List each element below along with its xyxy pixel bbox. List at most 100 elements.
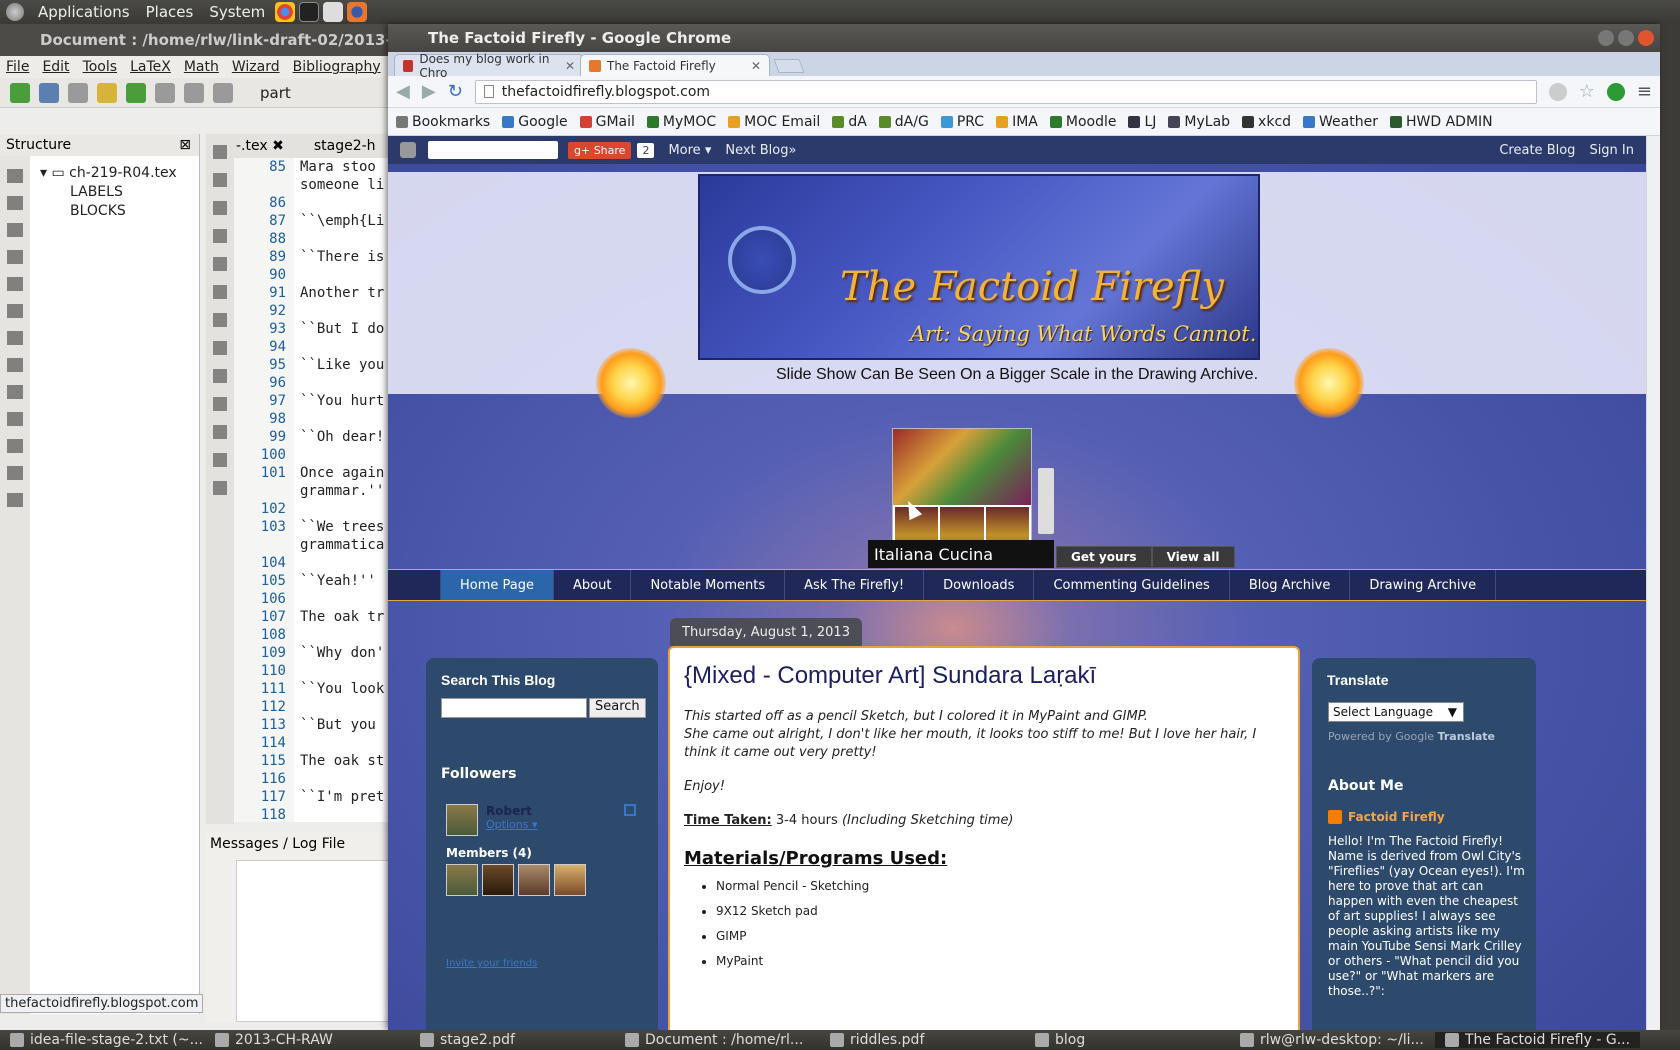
bookmark-google[interactable]: Google <box>502 114 568 130</box>
back-icon[interactable]: ◀ <box>396 81 410 102</box>
relation-tool-icon[interactable] <box>7 196 23 210</box>
infinity-tool-icon[interactable] <box>7 331 23 345</box>
code-line[interactable] <box>300 302 384 320</box>
editor-tab-stage2[interactable]: stage2-h <box>314 138 376 154</box>
bookmark-lj[interactable]: LJ <box>1128 114 1156 130</box>
bookmark-ima[interactable]: IMA <box>996 114 1038 130</box>
create-blog-link[interactable]: Create Blog <box>1499 143 1575 158</box>
bookmark-xkcd[interactable]: xkcd <box>1242 114 1291 130</box>
chrome-launcher-icon[interactable] <box>275 2 296 22</box>
share-button[interactable]: g+ Share <box>568 141 632 159</box>
avatar[interactable] <box>446 804 478 836</box>
taskbar-item[interactable]: idea-file-stage-2.txt (~... <box>0 1032 205 1048</box>
system-menu[interactable]: System <box>209 3 265 21</box>
bookmark-moc-email[interactable]: MOC Email <box>728 114 820 130</box>
avatar[interactable] <box>554 864 586 896</box>
code-line[interactable] <box>300 410 384 428</box>
tree-file-node[interactable]: ▾ ▭ ch-219-R04.tex <box>40 164 177 183</box>
get-yours-button[interactable]: Get yours <box>1056 546 1152 568</box>
bookmark-mymoc[interactable]: MyMOC <box>646 114 716 130</box>
sign-in-link[interactable]: Sign In <box>1589 143 1634 158</box>
newline-icon[interactable] <box>213 313 227 327</box>
subscript-icon[interactable] <box>213 369 227 383</box>
align-left-icon[interactable] <box>213 229 227 243</box>
applications-menu[interactable]: Applications <box>38 3 130 21</box>
tab-drawing-archive[interactable]: Drawing Archive <box>1350 570 1497 600</box>
save-icon[interactable] <box>68 82 88 103</box>
post-title[interactable]: {Mixed - Computer Art] Sundara Laṛakī <box>684 662 1284 690</box>
code-line[interactable]: The oak tr <box>300 608 384 626</box>
firefox-launcher-icon[interactable] <box>347 2 368 22</box>
taskbar-item[interactable]: Document : /home/rl... <box>615 1032 820 1048</box>
code-line[interactable] <box>300 770 384 788</box>
code-line[interactable]: ``Like you <box>300 356 384 374</box>
arrow-tool-icon[interactable] <box>7 223 23 237</box>
undo-icon[interactable] <box>97 82 117 103</box>
close-icon[interactable]: ⊠ <box>179 137 191 153</box>
code-line[interactable] <box>300 734 384 752</box>
redo-icon[interactable] <box>126 82 146 103</box>
avatar[interactable] <box>518 864 550 896</box>
mp-tool-icon[interactable] <box>7 439 23 453</box>
bold-icon[interactable] <box>213 145 227 159</box>
share-icon[interactable] <box>624 804 636 816</box>
reload-icon[interactable]: ↻ <box>448 81 463 102</box>
tab-commenting-guidelines[interactable]: Commenting Guidelines <box>1034 570 1230 600</box>
log-output[interactable] <box>236 860 406 1022</box>
cut-icon[interactable] <box>184 82 204 103</box>
follower-name[interactable]: Robert <box>486 804 537 818</box>
italic-icon[interactable] <box>213 173 227 187</box>
align-right-icon[interactable] <box>213 285 227 299</box>
taskbar-item[interactable]: blog <box>1025 1032 1230 1048</box>
as-tool-icon[interactable] <box>7 493 23 507</box>
close-tab-icon[interactable]: ✕ <box>751 59 761 73</box>
tree-blocks-node[interactable]: BLOCKS <box>40 202 177 221</box>
structure-level-select[interactable]: part <box>260 84 291 102</box>
math-dollar-icon[interactable] <box>213 341 227 355</box>
code-line[interactable]: The oak st <box>300 752 384 770</box>
code-line[interactable] <box>300 806 384 822</box>
copy-icon[interactable] <box>155 82 175 103</box>
editor-tab-tex[interactable]: -.tex ✖ <box>236 138 284 154</box>
sqrt-icon[interactable] <box>213 481 227 495</box>
taskbar-item[interactable]: The Factoid Firefly - G... <box>1435 1032 1640 1048</box>
profile-link[interactable]: Factoid Firefly <box>1328 810 1445 824</box>
menu-file[interactable]: File <box>6 59 29 75</box>
places-menu[interactable]: Places <box>146 3 194 21</box>
tab-ask-the-firefly[interactable]: Ask The Firefly! <box>785 570 925 600</box>
tab-about[interactable]: About <box>554 570 632 600</box>
blog-banner[interactable]: The Factoid Firefly Art: Saying What Wor… <box>698 174 1260 360</box>
close-window-icon[interactable] <box>1638 30 1654 46</box>
code-line[interactable]: ``I'm pret <box>300 788 384 806</box>
address-bar[interactable]: thefactoidfirefly.blogspot.com <box>474 79 1537 104</box>
fraction-icon[interactable] <box>213 425 227 439</box>
code-line[interactable]: Another tr <box>300 284 384 302</box>
code-editor[interactable]: 85 86 87 88 89 90 91 92 93 94 95 96 97 98 99 100 101 102 1… <box>234 158 404 822</box>
code-line[interactable]: someone li <box>300 176 384 194</box>
bookmark-hwd-admin[interactable]: HWD ADMIN <box>1389 114 1493 130</box>
bookmark-prc[interactable]: PRC <box>940 114 984 130</box>
code-line[interactable]: ``Oh dear! <box>300 428 384 446</box>
close-tab-icon[interactable]: ✕ <box>565 59 575 73</box>
menu-wizard[interactable]: Wizard <box>232 59 280 75</box>
tab-blog-archive[interactable]: Blog Archive <box>1230 570 1351 600</box>
taskbar-item[interactable]: riddles.pdf <box>820 1032 1025 1048</box>
bookmark-gmail[interactable]: GMail <box>579 114 635 130</box>
code-line[interactable]: ``But I do <box>300 320 384 338</box>
next-blog-link[interactable]: Next Blog» <box>725 143 796 158</box>
bookmark-bookmarks[interactable]: Bookmarks <box>396 114 490 130</box>
asterisk-tool-icon[interactable] <box>7 358 23 372</box>
blogger-logo-icon[interactable] <box>400 142 416 158</box>
avatar[interactable] <box>482 864 514 896</box>
bookmark-da[interactable]: dA <box>832 114 867 130</box>
tab-factoid-firefly[interactable]: The Factoid Firefly ✕ <box>580 54 770 76</box>
code-line[interactable] <box>300 698 384 716</box>
underline-icon[interactable] <box>213 201 227 215</box>
greek-tool-icon[interactable] <box>7 250 23 264</box>
menu-bibliography[interactable]: Bibliography <box>293 59 381 75</box>
code-line[interactable] <box>300 590 384 608</box>
code-line[interactable]: ``There is <box>300 248 384 266</box>
taskbar-item[interactable]: 2013-CH-RAW <box>205 1032 410 1048</box>
code-line[interactable]: ``We trees <box>300 518 384 536</box>
tab-notable-moments[interactable]: Notable Moments <box>631 570 786 600</box>
